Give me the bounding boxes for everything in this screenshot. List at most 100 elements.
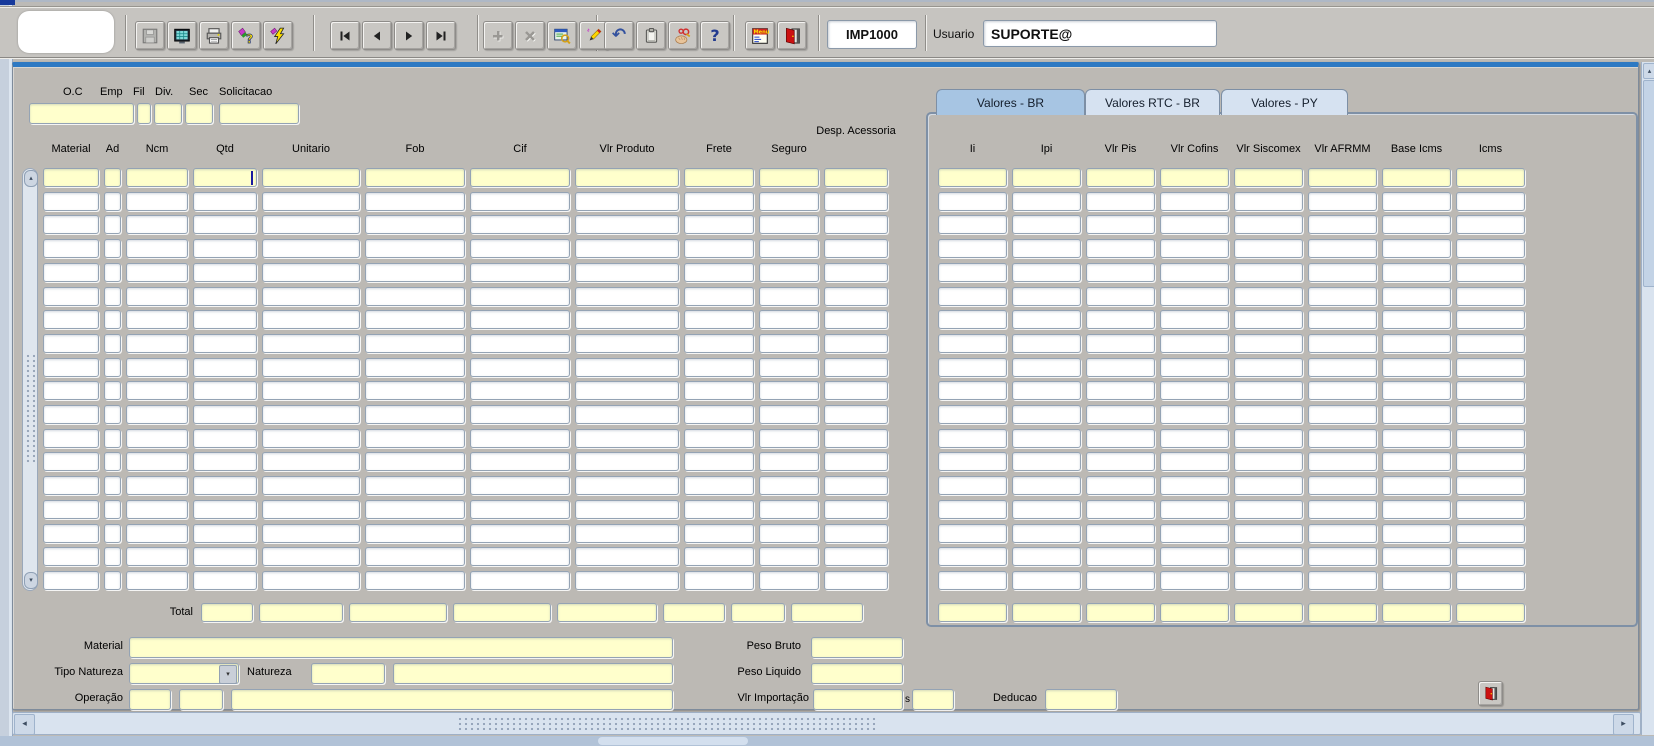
grid-cell-qtd[interactable] [193, 310, 257, 329]
grid-cell-cif[interactable] [470, 571, 570, 590]
grid-cell-seguro[interactable] [759, 168, 819, 187]
grid-cell-icms[interactable] [1456, 429, 1525, 448]
grid-cell-ncm[interactable] [126, 500, 188, 519]
grid-scrollbar[interactable]: ▴ ▾ [22, 168, 38, 591]
grid-cell-vlr-cofins[interactable] [1160, 239, 1229, 258]
grid-cell-vlr-afrmm[interactable] [1308, 168, 1377, 187]
natureza-code-field[interactable] [311, 663, 385, 684]
grid-cell-vlr-produto[interactable] [575, 358, 679, 377]
grid-cell-desp-acessoria[interactable] [824, 263, 888, 282]
grid-cell-ipi[interactable] [1012, 334, 1081, 353]
grid-cell-ad[interactable] [104, 524, 121, 543]
oc-field[interactable] [29, 103, 134, 124]
grid-cell-ii[interactable] [938, 405, 1007, 424]
grid-cell-qtd[interactable] [193, 239, 257, 258]
grid-cell-qtd[interactable] [193, 215, 257, 234]
grid-cell-desp-acessoria[interactable] [824, 452, 888, 471]
grid-cell-material[interactable] [43, 358, 99, 377]
grid-cell-vlr-siscomex[interactable] [1234, 334, 1303, 353]
grid-cell-unitario[interactable] [262, 476, 360, 495]
grid-cell-vlr-afrmm[interactable] [1308, 500, 1377, 519]
grid-cell-vlr-produto[interactable] [575, 263, 679, 282]
grid-cell-ncm[interactable] [126, 310, 188, 329]
grid-cell-ii[interactable] [938, 168, 1007, 187]
grid-cell-ipi[interactable] [1012, 358, 1081, 377]
grid-cell-cif[interactable] [470, 476, 570, 495]
grid-cell-ipi[interactable] [1012, 310, 1081, 329]
grid-cell-unitario[interactable] [262, 547, 360, 566]
grid-cell-material[interactable] [43, 452, 99, 471]
grid-cell-desp-acessoria[interactable] [824, 215, 888, 234]
grid-cell-base-icms[interactable] [1382, 287, 1451, 306]
grid-cell-cif[interactable] [470, 334, 570, 353]
tipo-natureza-dropdown-button[interactable]: ▾ [219, 665, 237, 684]
grid-cell-fob[interactable] [365, 168, 465, 187]
list-of-values-button[interactable] [547, 21, 577, 50]
grid-cell-base-icms[interactable] [1382, 358, 1451, 377]
grid-cell-base-icms[interactable] [1382, 571, 1451, 590]
grid-cell-vlr-pis[interactable] [1086, 381, 1155, 400]
grid-cell-unitario[interactable] [262, 215, 360, 234]
grid-cell-vlr-afrmm[interactable] [1308, 310, 1377, 329]
grid-cell-ncm[interactable] [126, 263, 188, 282]
grid-cell-base-icms[interactable] [1382, 334, 1451, 353]
grid-cell-vlr-pis[interactable] [1086, 334, 1155, 353]
grid-cell-vlr-afrmm[interactable] [1308, 358, 1377, 377]
fil-field[interactable] [154, 103, 182, 124]
operacao-code-field[interactable] [129, 689, 171, 710]
grid-cell-fob[interactable] [365, 287, 465, 306]
grid-cell-vlr-cofins[interactable] [1160, 358, 1229, 377]
grid-cell-vlr-cofins[interactable] [1160, 334, 1229, 353]
grid-cell-vlr-pis[interactable] [1086, 500, 1155, 519]
grid-cell-cif[interactable] [470, 547, 570, 566]
grid-cell-icms[interactable] [1456, 239, 1525, 258]
emp-field[interactable] [137, 103, 151, 124]
grid-cell-fob[interactable] [365, 547, 465, 566]
grid-cell-ad[interactable] [104, 452, 121, 471]
grid-cell-frete[interactable] [684, 168, 754, 187]
grid-cell-vlr-produto[interactable] [575, 571, 679, 590]
vscroll-up-button[interactable]: ▴ [1643, 63, 1654, 79]
grid-cell-vlr-pis[interactable] [1086, 215, 1155, 234]
grid-cell-unitario[interactable] [262, 310, 360, 329]
grid-cell-desp-acessoria[interactable] [824, 476, 888, 495]
grid-cell-ad[interactable] [104, 263, 121, 282]
grid-cell-unitario[interactable] [262, 192, 360, 211]
grid-cell-vlr-produto[interactable] [575, 429, 679, 448]
grid-cell-fob[interactable] [365, 192, 465, 211]
grid-cell-frete[interactable] [684, 500, 754, 519]
grid-cell-vlr-afrmm[interactable] [1308, 547, 1377, 566]
grid-cell-qtd[interactable] [193, 381, 257, 400]
grid-cell-ii[interactable] [938, 476, 1007, 495]
grid-scroll-up-button[interactable]: ▴ [24, 170, 38, 187]
grid-cell-base-icms[interactable] [1382, 500, 1451, 519]
grid-cell-frete[interactable] [684, 524, 754, 543]
grid-cell-icms[interactable] [1456, 310, 1525, 329]
grid-cell-vlr-siscomex[interactable] [1234, 571, 1303, 590]
save-button[interactable] [135, 21, 165, 50]
grid-cell-ad[interactable] [104, 192, 121, 211]
grid-cell-vlr-cofins[interactable] [1160, 500, 1229, 519]
grid-cell-icms[interactable] [1456, 405, 1525, 424]
grid-cell-ncm[interactable] [126, 405, 188, 424]
tipo-natureza-select[interactable]: ▾ [129, 663, 239, 684]
grid-cell-vlr-siscomex[interactable] [1234, 405, 1303, 424]
grid-cell-fob[interactable] [365, 405, 465, 424]
grid-cell-ipi[interactable] [1012, 215, 1081, 234]
grid-cell-base-icms[interactable] [1382, 168, 1451, 187]
exit-button[interactable] [777, 21, 807, 50]
grid-cell-seguro[interactable] [759, 547, 819, 566]
grid-cell-vlr-siscomex[interactable] [1234, 215, 1303, 234]
window-vertical-scrollbar[interactable]: ▴ [1641, 62, 1654, 735]
grid-cell-icms[interactable] [1456, 358, 1525, 377]
grid-cell-seguro[interactable] [759, 452, 819, 471]
grid-cell-frete[interactable] [684, 287, 754, 306]
grid-cell-desp-acessoria[interactable] [824, 239, 888, 258]
grid-cell-vlr-produto[interactable] [575, 381, 679, 400]
grid-cell-fob[interactable] [365, 381, 465, 400]
grid-cell-frete[interactable] [684, 239, 754, 258]
grid-cell-seguro[interactable] [759, 192, 819, 211]
grid-cell-ncm[interactable] [126, 192, 188, 211]
grid-cell-ncm[interactable] [126, 358, 188, 377]
grid-cell-desp-acessoria[interactable] [824, 381, 888, 400]
